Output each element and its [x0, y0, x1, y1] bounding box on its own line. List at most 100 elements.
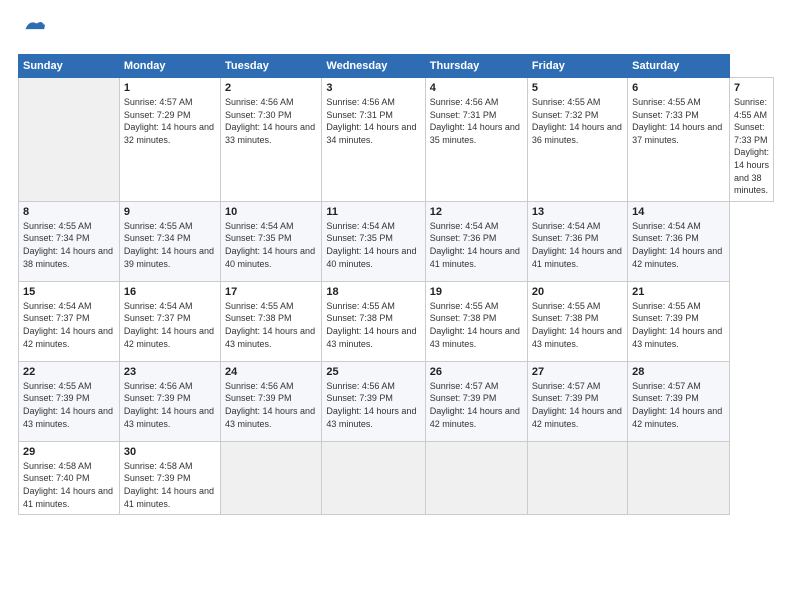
day-info: Sunrise: 4:56 AMSunset: 7:31 PMDaylight:… — [326, 96, 420, 146]
table-row: 28 Sunrise: 4:57 AMSunset: 7:39 PMDayligh… — [628, 361, 730, 441]
table-row: 13 Sunrise: 4:54 AMSunset: 7:36 PMDayligh… — [527, 201, 627, 281]
table-row: 20 Sunrise: 4:55 AMSunset: 7:38 PMDayligh… — [527, 281, 627, 361]
day-number: 21 — [632, 286, 725, 298]
table-row: 8 Sunrise: 4:55 AMSunset: 7:34 PMDaylight… — [19, 201, 120, 281]
day-info: Sunrise: 4:56 AMSunset: 7:39 PMDaylight:… — [124, 380, 216, 430]
table-row: 14 Sunrise: 4:54 AMSunset: 7:36 PMDayligh… — [628, 201, 730, 281]
day-number: 12 — [430, 206, 523, 218]
day-number: 28 — [632, 366, 725, 378]
day-info: Sunrise: 4:57 AMSunset: 7:39 PMDaylight:… — [632, 380, 725, 430]
table-row — [628, 441, 730, 514]
day-number: 25 — [326, 366, 420, 378]
header-sunday: Sunday — [19, 55, 120, 78]
table-row — [221, 441, 322, 514]
table-row: 18Sunrise: 4:55 AMSunset: 7:38 PMDayligh… — [322, 281, 425, 361]
day-number: 19 — [430, 286, 523, 298]
day-info: Sunrise: 4:55 AMSunset: 7:34 PMDaylight:… — [124, 220, 216, 270]
day-number: 29 — [23, 446, 115, 458]
table-row: 19 Sunrise: 4:55 AMSunset: 7:38 PMDayligh… — [425, 281, 527, 361]
day-info: Sunrise: 4:55 AMSunset: 7:38 PMDaylight:… — [326, 300, 420, 350]
day-number: 3 — [326, 82, 420, 94]
table-row: 6Sunrise: 4:55 AMSunset: 7:33 PMDaylight… — [628, 78, 730, 202]
day-info: Sunrise: 4:55 AMSunset: 7:38 PMDaylight:… — [225, 300, 317, 350]
logo — [18, 16, 50, 44]
table-row: 9 Sunrise: 4:55 AMSunset: 7:34 PMDaylight… — [119, 201, 220, 281]
day-number: 9 — [124, 206, 216, 218]
day-info: Sunrise: 4:56 AMSunset: 7:30 PMDaylight:… — [225, 96, 317, 146]
day-info: Sunrise: 4:54 AMSunset: 7:35 PMDaylight:… — [326, 220, 420, 270]
table-row: 7Sunrise: 4:55 AMSunset: 7:33 PMDaylight… — [729, 78, 773, 202]
table-row: 3 Sunrise: 4:56 AMSunset: 7:31 PMDaylight… — [322, 78, 425, 202]
day-number: 2 — [225, 82, 317, 94]
day-info: Sunrise: 4:57 AMSunset: 7:39 PMDaylight:… — [430, 380, 523, 430]
table-row — [322, 441, 425, 514]
day-number: 20 — [532, 286, 623, 298]
table-row — [425, 441, 527, 514]
day-info: Sunrise: 4:57 AMSunset: 7:29 PMDaylight:… — [124, 96, 216, 146]
header-tuesday: Tuesday — [221, 55, 322, 78]
day-info: Sunrise: 4:54 AMSunset: 7:37 PMDaylight:… — [23, 300, 115, 350]
day-number: 24 — [225, 366, 317, 378]
day-info: Sunrise: 4:57 AMSunset: 7:39 PMDaylight:… — [532, 380, 623, 430]
header-monday: Monday — [119, 55, 220, 78]
calendar-page: Sunday Monday Tuesday Wednesday Thursday… — [0, 0, 792, 612]
table-row: 25 Sunrise: 4:56 AMSunset: 7:39 PMDayligh… — [322, 361, 425, 441]
day-number: 23 — [124, 366, 216, 378]
header-wednesday: Wednesday — [322, 55, 425, 78]
day-info: Sunrise: 4:55 AMSunset: 7:38 PMDaylight:… — [430, 300, 523, 350]
day-number: 15 — [23, 286, 115, 298]
day-number: 14 — [632, 206, 725, 218]
table-row: 1 Sunrise: 4:57 AMSunset: 7:29 PMDaylight… — [119, 78, 220, 202]
day-info: Sunrise: 4:55 AMSunset: 7:39 PMDaylight:… — [632, 300, 725, 350]
header-thursday: Thursday — [425, 55, 527, 78]
table-row: 26Sunrise: 4:57 AMSunset: 7:39 PMDayligh… — [425, 361, 527, 441]
day-info: Sunrise: 4:55 AMSunset: 7:32 PMDaylight:… — [532, 96, 623, 146]
day-info: Sunrise: 4:55 AMSunset: 7:34 PMDaylight:… — [23, 220, 115, 270]
day-number: 4 — [430, 82, 523, 94]
day-info: Sunrise: 4:54 AMSunset: 7:35 PMDaylight:… — [225, 220, 317, 270]
table-row: 5 Sunrise: 4:55 AMSunset: 7:32 PMDaylight… — [527, 78, 627, 202]
day-info: Sunrise: 4:55 AMSunset: 7:38 PMDaylight:… — [532, 300, 623, 350]
table-row: 12 Sunrise: 4:54 AMSunset: 7:36 PMDayligh… — [425, 201, 527, 281]
day-info: Sunrise: 4:55 AMSunset: 7:33 PMDaylight:… — [734, 96, 769, 197]
day-number: 30 — [124, 446, 216, 458]
table-row: 11 Sunrise: 4:54 AMSunset: 7:35 PMDayligh… — [322, 201, 425, 281]
day-number: 22 — [23, 366, 115, 378]
day-info: Sunrise: 4:55 AMSunset: 7:39 PMDaylight:… — [23, 380, 115, 430]
calendar-table: Sunday Monday Tuesday Wednesday Thursday… — [18, 54, 774, 515]
day-number: 27 — [532, 366, 623, 378]
day-number: 13 — [532, 206, 623, 218]
table-row: 27 Sunrise: 4:57 AMSunset: 7:39 PMDayligh… — [527, 361, 627, 441]
day-info: Sunrise: 4:54 AMSunset: 7:37 PMDaylight:… — [124, 300, 216, 350]
table-row: 30Sunrise: 4:58 AMSunset: 7:39 PMDayligh… — [119, 441, 220, 514]
day-info: Sunrise: 4:54 AMSunset: 7:36 PMDaylight:… — [430, 220, 523, 270]
day-number: 17 — [225, 286, 317, 298]
table-row: 2 Sunrise: 4:56 AMSunset: 7:30 PMDaylight… — [221, 78, 322, 202]
table-row: 17 Sunrise: 4:55 AMSunset: 7:38 PMDayligh… — [221, 281, 322, 361]
day-info: Sunrise: 4:56 AMSunset: 7:39 PMDaylight:… — [225, 380, 317, 430]
header-friday: Friday — [527, 55, 627, 78]
day-number: 8 — [23, 206, 115, 218]
table-row: 21 Sunrise: 4:55 AMSunset: 7:39 PMDayligh… — [628, 281, 730, 361]
day-info: Sunrise: 4:56 AMSunset: 7:39 PMDaylight:… — [326, 380, 420, 430]
day-info: Sunrise: 4:56 AMSunset: 7:31 PMDaylight:… — [430, 96, 523, 146]
day-info: Sunrise: 4:54 AMSunset: 7:36 PMDaylight:… — [632, 220, 725, 270]
day-info: Sunrise: 4:58 AMSunset: 7:40 PMDaylight:… — [23, 460, 115, 510]
table-row — [527, 441, 627, 514]
weekday-header-row: Sunday Monday Tuesday Wednesday Thursday… — [19, 55, 774, 78]
table-row: 22 Sunrise: 4:55 AMSunset: 7:39 PMDayligh… — [19, 361, 120, 441]
day-number: 10 — [225, 206, 317, 218]
day-number: 11 — [326, 206, 420, 218]
day-number: 5 — [532, 82, 623, 94]
day-number: 1 — [124, 82, 216, 94]
table-row: 29 Sunrise: 4:58 AMSunset: 7:40 PMDayligh… — [19, 441, 120, 514]
table-row: 24 Sunrise: 4:56 AMSunset: 7:39 PMDayligh… — [221, 361, 322, 441]
day-info: Sunrise: 4:55 AMSunset: 7:33 PMDaylight:… — [632, 96, 725, 146]
table-row: 4 Sunrise: 4:56 AMSunset: 7:31 PMDaylight… — [425, 78, 527, 202]
header — [18, 16, 774, 44]
empty-cell — [19, 78, 120, 202]
day-info: Sunrise: 4:54 AMSunset: 7:36 PMDaylight:… — [532, 220, 623, 270]
day-number: 16 — [124, 286, 216, 298]
table-row: 23 Sunrise: 4:56 AMSunset: 7:39 PMDayligh… — [119, 361, 220, 441]
table-row: 15 Sunrise: 4:54 AMSunset: 7:37 PMDayligh… — [19, 281, 120, 361]
